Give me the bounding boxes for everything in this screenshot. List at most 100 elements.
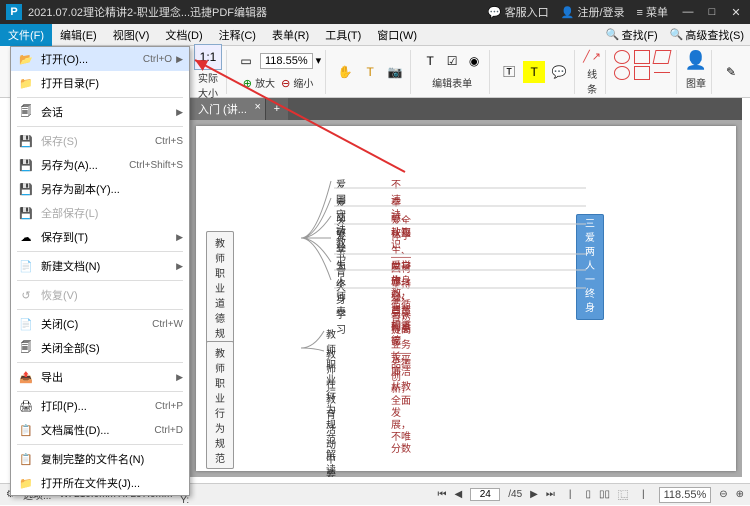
ellipse-shape-icon[interactable] bbox=[614, 66, 630, 80]
session-icon: 🗐 bbox=[17, 104, 35, 120]
pencil-icon[interactable]: ✎ bbox=[720, 61, 742, 83]
rect-shape-icon[interactable] bbox=[634, 50, 650, 64]
zoom-dropdown-icon[interactable]: ▾ bbox=[316, 54, 322, 67]
document-tab[interactable]: 入门 (讲...× bbox=[190, 98, 266, 120]
mind-val: 坚持学习，提高业务水平 bbox=[391, 276, 411, 366]
menu-view[interactable]: 视图(V) bbox=[105, 24, 158, 46]
menu-window[interactable]: 窗口(W) bbox=[369, 24, 425, 46]
stamp-icon[interactable]: 👤 bbox=[685, 50, 707, 72]
login-link[interactable]: 👤 注册/登录 bbox=[561, 4, 625, 20]
window-title: 2021.07.02理论精讲2-职业理念...迅捷PDF编辑器 bbox=[28, 4, 488, 20]
select-tool-icon[interactable]: T bbox=[359, 61, 381, 83]
menu-annotate[interactable]: 注释(C) bbox=[211, 24, 264, 46]
new-doc-item[interactable]: 📄新建文档(N)▶ bbox=[11, 254, 189, 278]
close-all-item[interactable]: 🗐关闭全部(S) bbox=[11, 336, 189, 360]
close-all-icon: 🗐 bbox=[17, 340, 35, 356]
fit-page-icon[interactable]: ▭ bbox=[235, 50, 257, 72]
shape-palette[interactable] bbox=[614, 50, 672, 86]
menu-file[interactable]: 文件(F) bbox=[0, 24, 52, 46]
print-item[interactable]: 🖨打印(P)...Ctrl+P bbox=[11, 394, 189, 418]
save-item[interactable]: 💾保存(S)Ctrl+S bbox=[11, 129, 189, 153]
close-button[interactable]: ✕ bbox=[728, 6, 744, 19]
zoom-out-button[interactable]: ⊖ 缩小 bbox=[281, 75, 313, 90]
open-folder-item[interactable]: 📁打开所在文件夹(J)... bbox=[11, 471, 189, 495]
close-item[interactable]: 📄关闭(C)Ctrl+W bbox=[11, 312, 189, 336]
menu-separator bbox=[17, 251, 183, 252]
session-item[interactable]: 🗐会话▶ bbox=[11, 100, 189, 124]
mindmap-root-1: 教师职业道德规范 bbox=[206, 231, 234, 359]
actual-size-button[interactable]: 1:1 bbox=[194, 44, 222, 70]
first-page-button[interactable]: ⏮ bbox=[438, 489, 447, 500]
open-dir-item[interactable]: 📁打开目录(F) bbox=[11, 71, 189, 95]
document-canvas[interactable]: 教师职业道德规范 教师职业行为规范 爱国守法 不违法 爱岗敬业 奉献、认真 关爱… bbox=[190, 120, 742, 477]
highlight-icon[interactable]: T bbox=[523, 61, 545, 83]
save-as-item[interactable]: 💾另存为(A)...Ctrl+Shift+S bbox=[11, 153, 189, 177]
poly-shape-icon[interactable] bbox=[652, 50, 671, 64]
prev-page-button[interactable]: ◀ bbox=[455, 489, 463, 500]
menu-tools[interactable]: 工具(T) bbox=[317, 24, 369, 46]
form-check-icon[interactable]: ☑ bbox=[441, 50, 463, 72]
text-box-icon[interactable]: 🅃 bbox=[498, 61, 520, 83]
folder-location-icon: 📁 bbox=[17, 475, 35, 491]
line-tool-icon[interactable]: ╱ bbox=[583, 50, 590, 63]
arrow-tool-icon[interactable]: ↗ bbox=[592, 50, 601, 63]
save-to-item[interactable]: ☁保存到(T)▶ bbox=[11, 225, 189, 249]
find-button[interactable]: 🔍查找(F) bbox=[600, 24, 664, 46]
menu-separator bbox=[17, 391, 183, 392]
copy-icon: 📋 bbox=[17, 451, 35, 467]
add-tab-button[interactable]: + bbox=[266, 98, 288, 120]
advanced-find-button[interactable]: 🔍高级查找(S) bbox=[664, 24, 750, 46]
file-menu-dropdown: 📂打开(O)...Ctrl+O▶ 📁打开目录(F) 🗐会话▶ 💾保存(S)Ctr… bbox=[10, 46, 190, 496]
folder-icon: 📁 bbox=[17, 75, 35, 91]
menu-edit[interactable]: 编辑(E) bbox=[52, 24, 105, 46]
stamp-label: 图章 bbox=[686, 75, 706, 90]
open-item[interactable]: 📂打开(O)...Ctrl+O▶ bbox=[11, 47, 189, 71]
layout-facing-icon[interactable]: ⿺ bbox=[618, 487, 628, 502]
line-group-label: 线条 bbox=[583, 66, 601, 96]
save-icon: 💾 bbox=[17, 133, 35, 149]
app-icon: P bbox=[6, 4, 22, 20]
status-zoom-out-icon[interactable]: ⊖ bbox=[719, 489, 727, 500]
next-page-button[interactable]: ▶ bbox=[530, 489, 538, 500]
restore-item[interactable]: ↺恢复(V) bbox=[11, 283, 189, 307]
hand-tool-icon[interactable]: ✋ bbox=[334, 61, 356, 83]
form-radio-icon[interactable]: ◉ bbox=[463, 50, 485, 72]
menu-separator bbox=[17, 362, 183, 363]
export-item[interactable]: 📤导出▶ bbox=[11, 365, 189, 389]
square-shape-icon[interactable] bbox=[634, 66, 650, 80]
maximize-button[interactable]: □ bbox=[704, 6, 720, 19]
titlebar: P 2021.07.02理论精讲2-职业理念...迅捷PDF编辑器 💬 客服入口… bbox=[0, 0, 750, 24]
save-all-icon: 💾 bbox=[17, 205, 35, 221]
main-menu-link[interactable]: ≡ 菜单 bbox=[637, 4, 668, 20]
menu-document[interactable]: 文档(D) bbox=[157, 24, 210, 46]
edit-form-label: 编辑表单 bbox=[432, 75, 472, 90]
save-all-item[interactable]: 💾全部保存(L) bbox=[11, 201, 189, 225]
menubar: 文件(F) 编辑(E) 视图(V) 文档(D) 注释(C) 表单(R) 工具(T… bbox=[0, 24, 750, 46]
layout-cont-icon[interactable]: ▯▯ bbox=[599, 489, 610, 500]
save-copy-icon: 💾 bbox=[17, 181, 35, 197]
print-icon: 🖨 bbox=[17, 398, 35, 414]
note-icon[interactable]: 💬 bbox=[548, 61, 570, 83]
export-icon: 📤 bbox=[17, 369, 35, 385]
form-text-icon[interactable]: T bbox=[419, 50, 441, 72]
layout-single-icon[interactable]: ▯ bbox=[585, 489, 591, 500]
menu-form[interactable]: 表单(R) bbox=[264, 24, 317, 46]
customer-service-link[interactable]: 💬 客服入口 bbox=[488, 4, 549, 20]
last-page-button[interactable]: ⏭ bbox=[546, 489, 555, 500]
tab-close-icon[interactable]: × bbox=[254, 101, 260, 113]
save-copy-item[interactable]: 💾另存为副本(Y)... bbox=[11, 177, 189, 201]
status-zoom-in-icon[interactable]: ⊕ bbox=[736, 489, 744, 500]
eraser-icon[interactable]: ◧ bbox=[745, 61, 750, 83]
snapshot-icon[interactable]: 📷 bbox=[384, 61, 406, 83]
polyline-shape-icon[interactable] bbox=[654, 72, 670, 86]
minimize-button[interactable]: ― bbox=[680, 6, 696, 19]
circle-shape-icon[interactable] bbox=[614, 50, 630, 64]
zoom-in-button[interactable]: ⊕ 放大 bbox=[243, 75, 275, 90]
status-zoom[interactable]: 118.55% bbox=[659, 487, 712, 503]
document-tabs: 入门 (讲...× + bbox=[190, 98, 742, 120]
zoom-value[interactable]: 118.55% bbox=[260, 53, 313, 69]
mindmap-root-2: 教师职业行为规范 bbox=[206, 341, 234, 469]
page-number-input[interactable] bbox=[470, 488, 500, 501]
doc-props-item[interactable]: 📋文档属性(D)...Ctrl+D bbox=[11, 418, 189, 442]
copy-filename-item[interactable]: 📋复制完整的文件名(N) bbox=[11, 447, 189, 471]
